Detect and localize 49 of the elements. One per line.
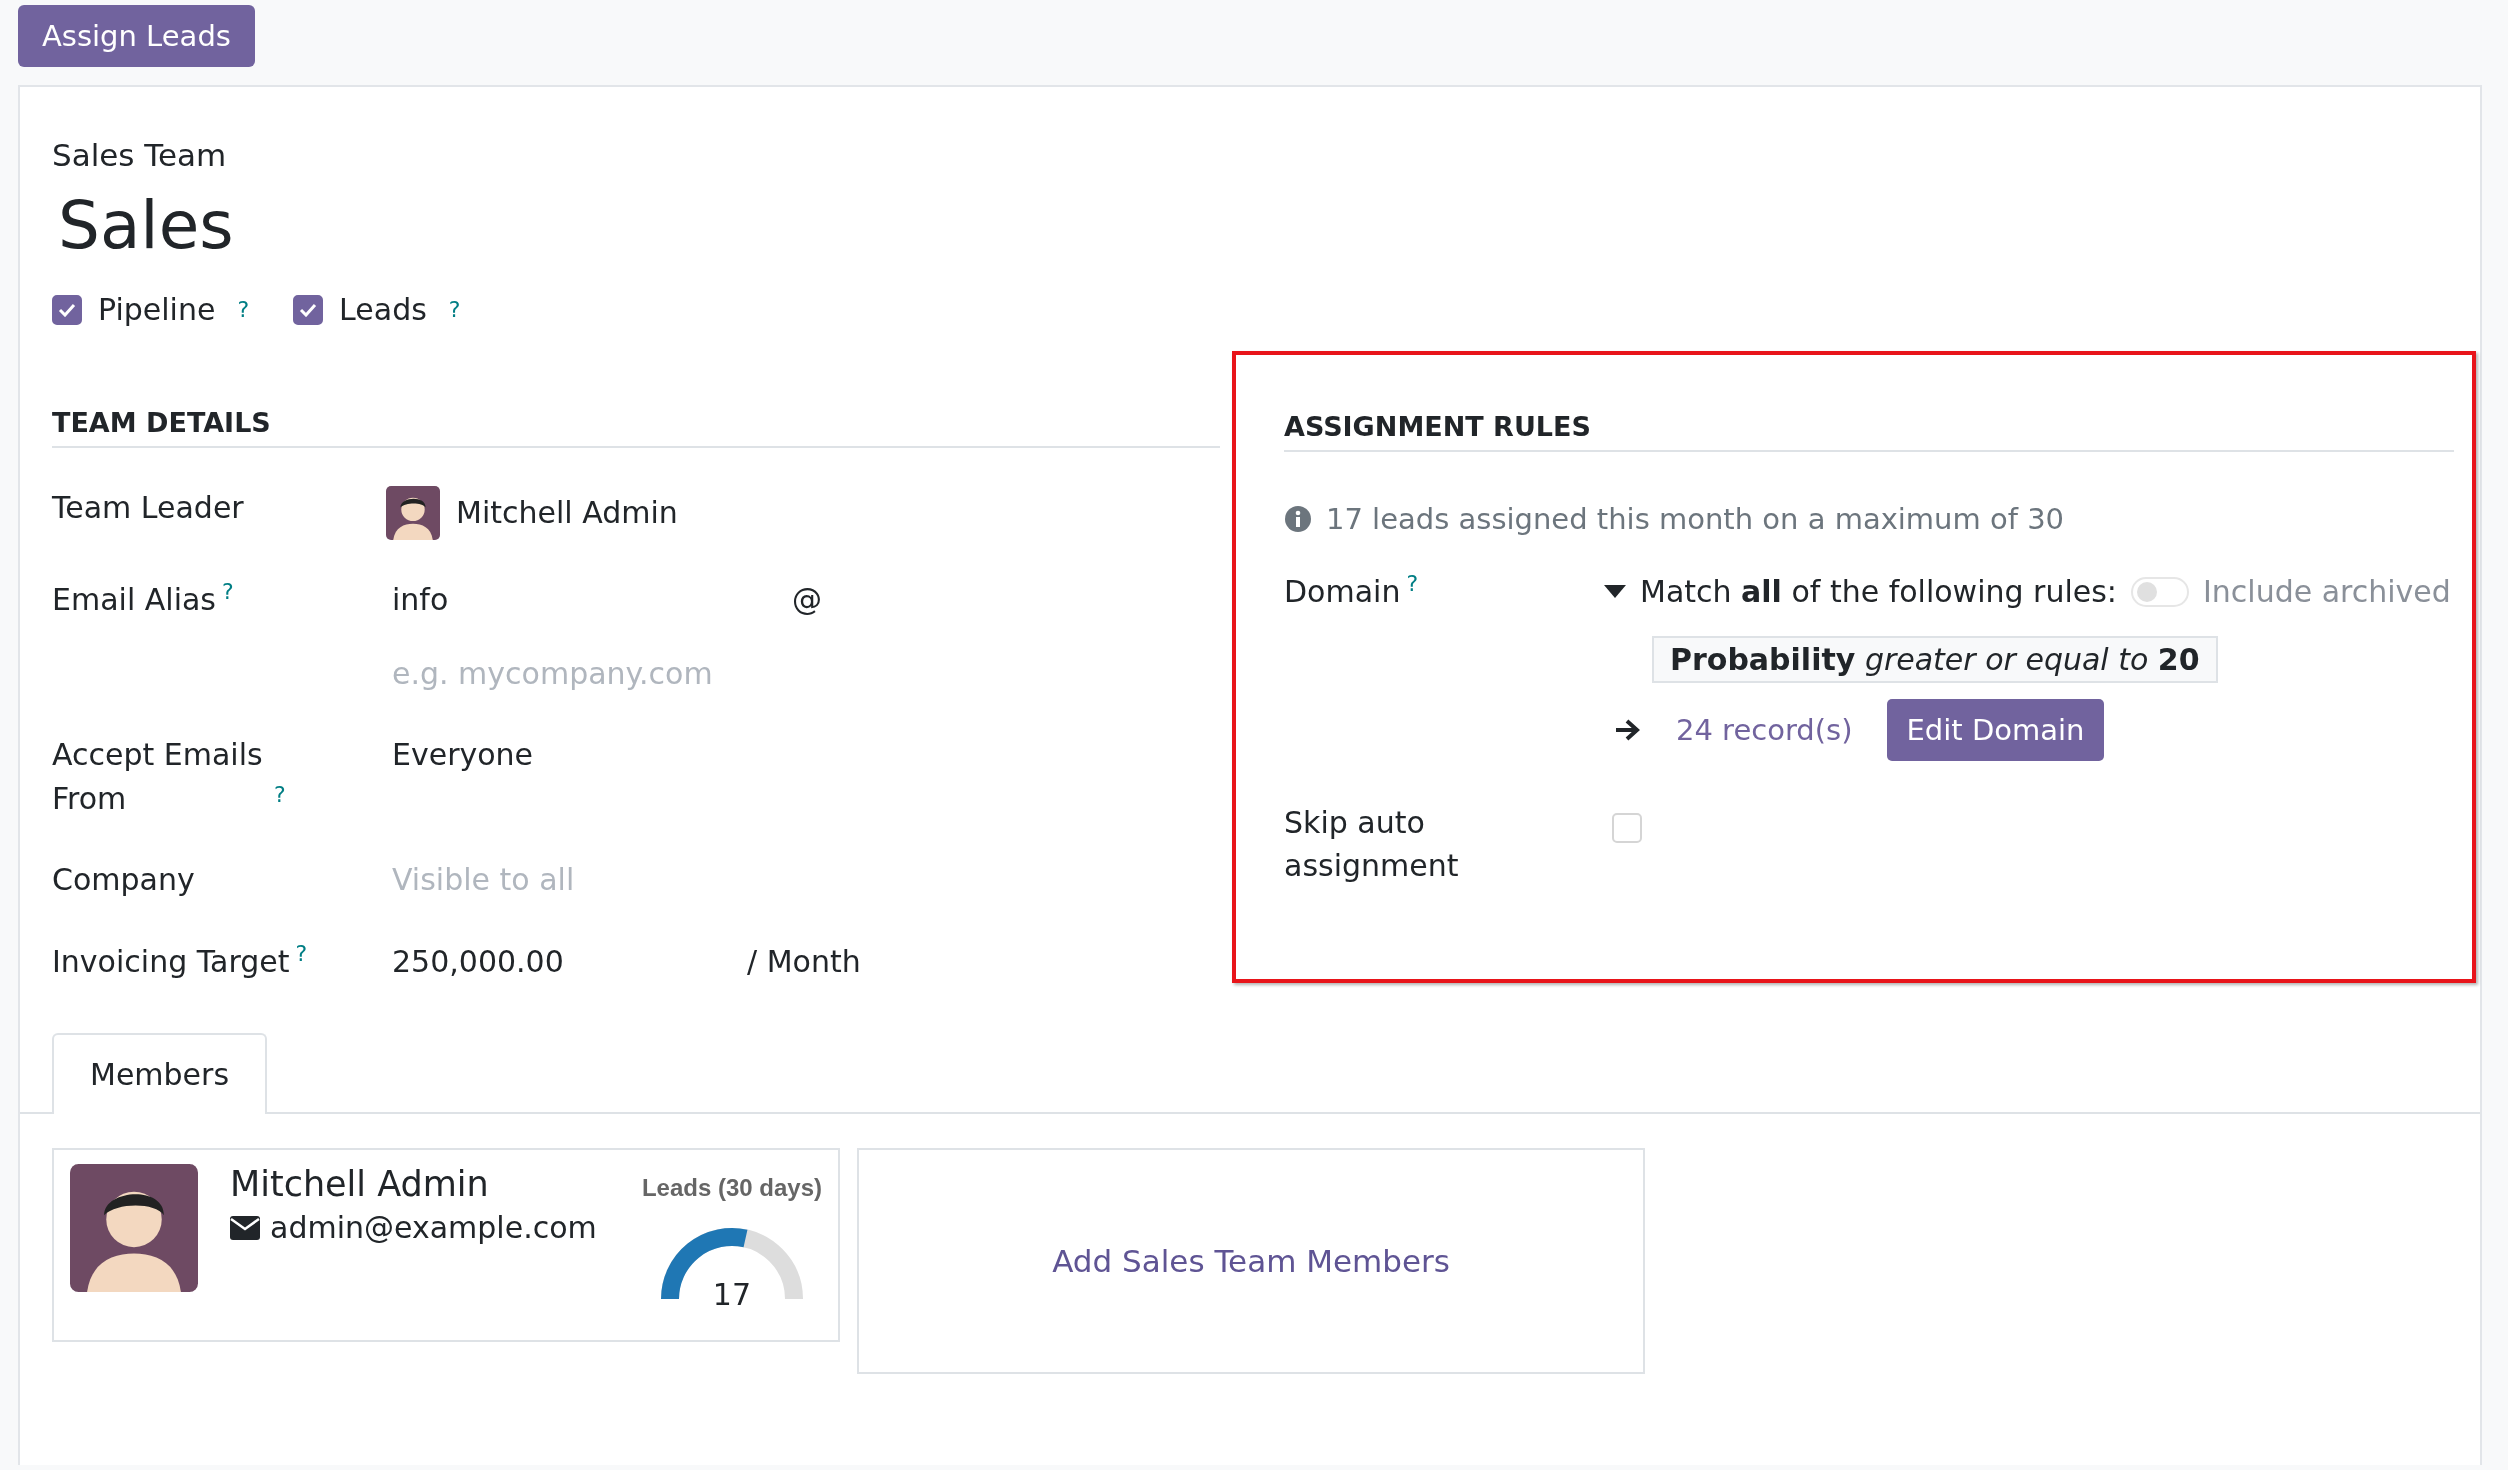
- member-name: Mitchell Admin: [230, 1164, 489, 1204]
- match-rule-text: Match all of the following rules:: [1640, 573, 2117, 611]
- help-tooltip-icon[interactable]: ?: [1406, 571, 1419, 597]
- checkbox[interactable]: [293, 294, 324, 325]
- info-icon: [1284, 505, 1312, 533]
- add-members-link[interactable]: Add Sales Team Members: [1052, 1243, 1450, 1279]
- alias-field[interactable]: info: [392, 578, 792, 622]
- form-caption: Sales Team: [52, 137, 227, 173]
- avatar-icon: [386, 486, 440, 540]
- section-heading: ASSIGNMENT RULES: [1284, 411, 1591, 442]
- field-value[interactable]: Everyone: [392, 733, 534, 777]
- field-label: Skip auto assignment: [1284, 804, 1459, 884]
- gauge-value: 17: [712, 1277, 752, 1312]
- option-label: Pipeline: [98, 292, 216, 327]
- toggle-switch[interactable]: [2130, 576, 2189, 607]
- user-name[interactable]: Mitchell Admin: [456, 491, 678, 535]
- assign-leads-button[interactable]: Assign Leads: [18, 5, 255, 67]
- avatar-icon: [70, 1164, 198, 1292]
- caret-icon[interactable]: [1604, 584, 1626, 599]
- field-label: Email Alias: [52, 582, 216, 617]
- arrow-right-icon: [1614, 717, 1642, 742]
- checkbox[interactable]: [52, 294, 82, 325]
- option-label: Leads: [339, 292, 427, 327]
- section-heading: TEAM DETAILS: [52, 407, 271, 438]
- edit-domain-button[interactable]: Edit Domain: [1886, 698, 2105, 761]
- field-label: Invoicing Target: [52, 943, 290, 979]
- include-archived-label: Include archived: [2202, 573, 2451, 611]
- help-tooltip-icon[interactable]: ?: [448, 297, 461, 322]
- field-label: Company: [52, 862, 195, 897]
- member-email: admin@example.com: [270, 1210, 597, 1245]
- help-tooltip-icon[interactable]: ?: [274, 782, 286, 808]
- amount-field[interactable]: 250,000.00: [392, 939, 747, 983]
- field-label: Team Leader: [52, 490, 244, 525]
- tab[interactable]: Members: [52, 1033, 268, 1114]
- help-tooltip-icon[interactable]: ?: [295, 940, 308, 966]
- help-tooltip-icon[interactable]: ?: [222, 579, 234, 605]
- field-label: Accept Emails From: [52, 736, 264, 818]
- records-link[interactable]: 24 record(s): [1676, 708, 1853, 751]
- period-label: / Month: [747, 942, 861, 981]
- field-label: Domain: [1284, 574, 1401, 609]
- assignment-info: 17 leads assigned this month on a maximum of 30: [1326, 502, 2065, 536]
- envelope-icon: [230, 1215, 260, 1240]
- gauge-label: Leads (30 days): [641, 1174, 822, 1202]
- help-tooltip-icon[interactable]: ?: [237, 297, 250, 322]
- check-icon: [58, 302, 76, 317]
- team-name: Sales: [58, 187, 234, 264]
- member-card[interactable]: Mitchell Admin admin@example.com Leads (30 days) 17: [52, 1148, 840, 1342]
- check-icon: [299, 302, 318, 317]
- at-sign: @: [792, 581, 822, 619]
